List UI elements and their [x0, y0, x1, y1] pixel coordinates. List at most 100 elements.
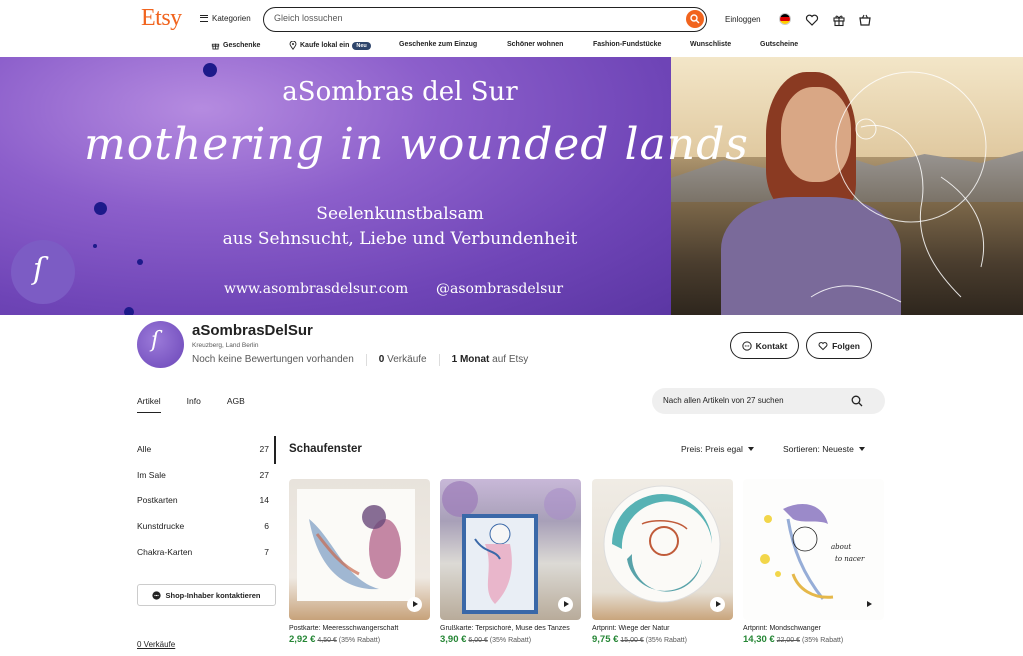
shop-avatar[interactable]: ſ — [137, 321, 184, 368]
listing-price-row: 14,30 € 22,00 € (35% Rabatt) — [743, 634, 884, 645]
listing-card[interactable]: Postkarte: Meeresschwangerschaft 2,92 € … — [289, 479, 430, 645]
heart-icon — [818, 341, 828, 350]
play-video-icon[interactable] — [558, 597, 573, 612]
banner-script: mothering in wounded lands — [84, 119, 749, 170]
sidebar-item-count: 27 — [259, 444, 269, 454]
play-video-icon[interactable] — [710, 597, 725, 612]
banner-website: www.asombrasdelsur.com — [224, 281, 409, 297]
shop-tabs: Artikel Info AGB — [137, 396, 245, 413]
sidebar-item-label: Im Sale — [137, 470, 166, 480]
follow-label: Folgen — [832, 340, 860, 351]
listing-price-row: 9,75 € 15,00 € (35% Rabatt) — [592, 634, 733, 645]
shop-age: 1 Monat — [451, 354, 490, 365]
german-flag-icon[interactable] — [779, 13, 791, 25]
search-button[interactable] — [686, 10, 704, 28]
sidebar-item-label: Kunstdrucke — [137, 521, 185, 531]
menu-icon — [200, 15, 208, 22]
nav-label: Gutscheine — [760, 41, 799, 48]
sidebar-item-count: 7 — [264, 547, 269, 557]
cart-icon[interactable] — [858, 13, 872, 27]
listing-title[interactable]: Grußkarte: Terpsichoré, Muse des Tanzes — [440, 625, 581, 632]
sidebar-item-count: 14 — [259, 495, 269, 505]
nav-item-housewarming[interactable]: Geschenke zum Einzug — [399, 41, 477, 48]
banner-line2: aus Sehnsucht, Liebe und Verbundenheit — [222, 229, 578, 249]
sidebar-item-count: 27 — [259, 470, 269, 480]
play-video-icon[interactable] — [861, 597, 876, 612]
sales-label: Verkäufe — [387, 354, 427, 365]
sidebar-item-postcards[interactable]: Postkarten 14 — [137, 495, 269, 505]
etsy-logo[interactable]: Etsy — [141, 5, 182, 32]
categories-button[interactable]: Kategorien — [200, 14, 251, 23]
contact-label: Kontakt — [755, 340, 788, 351]
ink-dot — [137, 259, 143, 265]
sidebar-item-label: Alle — [137, 444, 152, 454]
shop-search-input[interactable]: Nach allen Artikeln von 27 suchen — [652, 388, 885, 414]
categories-label: Kategorien — [212, 14, 251, 23]
sidebar-item-art-prints[interactable]: Kunstdrucke 6 — [137, 521, 269, 531]
listing-old-price: 15,00 € — [620, 637, 644, 644]
caret-down-icon — [747, 447, 754, 451]
contact-button[interactable]: Kontakt — [730, 332, 799, 359]
shop-search-placeholder: Nach allen Artikeln von 27 suchen — [663, 396, 784, 405]
search-icon[interactable] — [851, 395, 863, 407]
nav-item-wishlist[interactable]: Wunschliste — [690, 41, 731, 48]
listing-old-price: 22,00 € — [776, 637, 801, 644]
login-link[interactable]: Einloggen — [725, 15, 761, 24]
listing-card[interactable]: Grußkarte: Terpsichoré, Muse des Tanzes … — [440, 479, 581, 645]
category-nav: Geschenke Kaufe lokal ein Neu Geschenke … — [0, 38, 1023, 56]
reviews-text: Noch keine Bewertungen vorhanden — [192, 354, 354, 365]
nav-item-gift-cards[interactable]: Gutscheine — [760, 41, 798, 48]
tab-articles[interactable]: Artikel — [137, 396, 161, 413]
sort-dropdown[interactable]: Sortieren: Neueste — [783, 444, 865, 454]
heart-icon[interactable] — [805, 13, 819, 27]
tab-info[interactable]: Info — [187, 396, 201, 413]
location-pin-icon — [289, 41, 297, 50]
shop-age-label: auf Etsy — [492, 354, 529, 365]
listing-price: 14,30 € — [743, 634, 775, 645]
listing-card[interactable]: about to nacer Artprint: Mondschwanger 1… — [743, 479, 884, 645]
follow-button[interactable]: Folgen — [806, 332, 872, 359]
chat-bubble-icon — [742, 340, 752, 351]
divider — [438, 354, 440, 366]
price-filter-dropdown[interactable]: Preis: Preis egal — [681, 444, 754, 454]
nav-item-fashion[interactable]: Fashion-Fundstücke — [593, 41, 661, 48]
contact-owner-button[interactable]: Shop-Inhaber kontaktieren — [137, 584, 276, 606]
listing-card[interactable]: Artprint: Wiege der Natur 9,75 € 15,00 €… — [592, 479, 733, 645]
svg-text:to nacer: to nacer — [835, 555, 865, 563]
banner-title: aSombras del Sur — [282, 77, 518, 107]
sidebar-item-sale[interactable]: Im Sale 27 — [137, 470, 269, 480]
price-filter-label: Preis: Preis egal — [681, 444, 743, 454]
sales-link[interactable]: 0 Verkäufe — [137, 640, 175, 649]
listing-title[interactable]: Artprint: Wiege der Natur — [592, 625, 733, 632]
banner-line1: Seelenkunstbalsam — [316, 204, 484, 224]
sidebar-item-label: Chakra-Karten — [137, 547, 193, 557]
listing-image[interactable] — [289, 479, 430, 620]
nav-item-gifts[interactable]: Geschenke — [211, 41, 260, 50]
listing-price: 2,92 € — [289, 634, 316, 645]
play-video-icon[interactable] — [407, 597, 422, 612]
nav-label: Kaufe lokal ein — [300, 42, 350, 49]
listing-title[interactable]: Postkarte: Meeresschwangerschaft — [289, 625, 430, 632]
listing-image[interactable] — [592, 479, 733, 620]
banner-monogram-logo: ſ — [11, 240, 75, 304]
section-title: Schaufenster — [289, 443, 362, 455]
sidebar-item-chakra-cards[interactable]: Chakra-Karten 7 — [137, 547, 269, 557]
listing-image[interactable]: about to nacer — [743, 479, 884, 620]
listing-discount: (35% Rabatt) — [489, 637, 532, 644]
listing-price: 9,75 € — [592, 634, 619, 645]
listing-image[interactable] — [440, 479, 581, 620]
tab-terms[interactable]: AGB — [227, 396, 245, 413]
listing-old-price: 4,50 € — [317, 637, 337, 644]
gift-icon[interactable] — [832, 13, 846, 27]
sidebar-item-all[interactable]: Alle 27 — [137, 444, 269, 454]
nav-item-home-decor[interactable]: Schöner wohnen — [507, 41, 563, 48]
search-input[interactable] — [274, 13, 674, 23]
svg-text:about: about — [831, 543, 851, 551]
listing-title[interactable]: Artprint: Mondschwanger — [743, 625, 884, 632]
nav-label: Schöner wohnen — [507, 41, 564, 48]
sidebar-item-label: Postkarten — [137, 495, 178, 505]
chat-bubble-icon — [152, 590, 162, 600]
listing-price: 3,90 € — [440, 634, 467, 645]
nav-item-shop-local[interactable]: Kaufe lokal ein Neu — [289, 41, 371, 50]
shop-banner: aSombras del Sur mothering in wounded la… — [0, 57, 1023, 315]
